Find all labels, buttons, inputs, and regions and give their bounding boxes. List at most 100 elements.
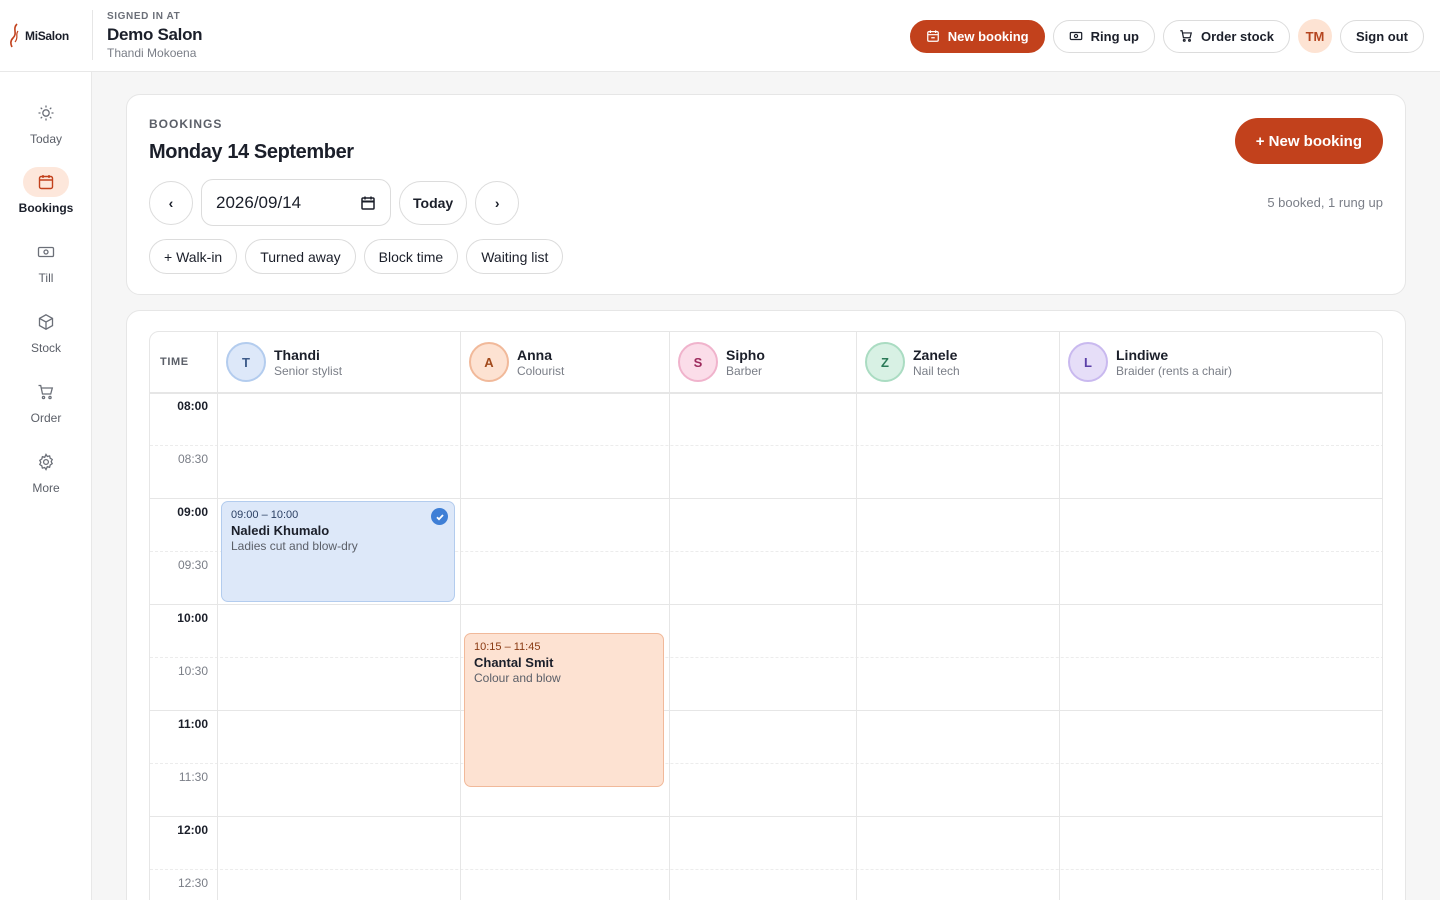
sidebar-item-order[interactable]: Order bbox=[0, 377, 92, 425]
avatar: L bbox=[1068, 342, 1108, 382]
staff-info: Lindiwe Braider (rents a chair) bbox=[1116, 347, 1232, 378]
avatar: A bbox=[469, 342, 509, 382]
booking-summary: 5 booked, 1 rung up bbox=[1267, 195, 1383, 210]
staff-info: Sipho Barber bbox=[726, 347, 765, 378]
half-hour-line bbox=[150, 445, 1382, 446]
user-name: Thandi Mokoena bbox=[107, 46, 197, 60]
half-hour-line bbox=[150, 763, 1382, 764]
cash-icon bbox=[23, 237, 69, 267]
staff-name: Lindiwe bbox=[1116, 346, 1169, 363]
staff-role: Senior stylist bbox=[274, 363, 343, 378]
time-label: 09:00 bbox=[177, 505, 208, 519]
staff-header-zanele: Z Zanele Nail tech bbox=[857, 332, 1059, 393]
sidebar-item-more[interactable]: More bbox=[0, 447, 92, 495]
logo[interactable]: MiSalon bbox=[8, 22, 69, 50]
gear-icon bbox=[23, 447, 69, 477]
waiting-list-button[interactable]: Waiting list bbox=[466, 239, 564, 274]
date-value: 2026/09/14 bbox=[216, 192, 302, 212]
staff-info: Thandi Senior stylist bbox=[274, 347, 342, 378]
calendar-card: TIME T Thandi Senior stylist A Anna Colo… bbox=[126, 310, 1406, 900]
new-booking-label: New booking bbox=[947, 28, 1029, 44]
sidebar-item-bookings[interactable]: Bookings bbox=[0, 167, 92, 215]
staff-role: Colourist bbox=[517, 363, 565, 378]
new-booking-primary-button[interactable]: + New booking bbox=[1234, 118, 1383, 164]
sign-out-button[interactable]: Sign out bbox=[1340, 19, 1424, 53]
booking-time: 09:00 – 10:00 bbox=[231, 509, 299, 521]
hour-line bbox=[150, 604, 1382, 605]
hour-line bbox=[150, 498, 1382, 499]
session-info: SIGNED IN AT Demo Salon Thandi Mokoena bbox=[107, 11, 203, 60]
next-day-button[interactable]: › bbox=[475, 180, 520, 225]
sidebar-item-label: More bbox=[32, 481, 60, 495]
staff-header-sipho: S Sipho Barber bbox=[670, 332, 856, 393]
staff-header-thandi: T Thandi Senior stylist bbox=[218, 332, 460, 393]
sidebar: Today Bookings Till Stock Order More bbox=[0, 72, 92, 900]
quick-actions: + Walk-in Turned away Block time Waiting… bbox=[149, 239, 564, 274]
time-label: 10:30 bbox=[177, 664, 208, 678]
user-avatar[interactable]: TM bbox=[1298, 19, 1332, 53]
time-label: 11:30 bbox=[178, 770, 208, 784]
today-button[interactable]: Today bbox=[399, 180, 468, 225]
time-label: 11:00 bbox=[177, 717, 208, 731]
logo-text: MiSalon bbox=[25, 29, 69, 43]
turned-away-button[interactable]: Turned away bbox=[245, 239, 356, 274]
booking-card[interactable]: 09:00 – 10:00 Naledi Khumalo Ladies cut … bbox=[221, 501, 455, 602]
column-divider bbox=[460, 332, 461, 900]
block-time-button[interactable]: Block time bbox=[363, 239, 459, 274]
date-navigation: ‹ 2026/09/14 Today › bbox=[149, 179, 520, 226]
scissors-logo-icon bbox=[10, 23, 19, 48]
column-divider bbox=[669, 332, 670, 900]
sidebar-item-label: Order bbox=[30, 411, 62, 425]
booking-service: Ladies cut and blow-dry bbox=[231, 539, 358, 553]
column-divider bbox=[1059, 332, 1060, 900]
sidebar-item-label: Stock bbox=[30, 341, 61, 355]
signed-in-label: SIGNED IN AT bbox=[107, 11, 181, 22]
time-label: 08:30 bbox=[177, 452, 208, 466]
calendar-grid: TIME T Thandi Senior stylist A Anna Colo… bbox=[149, 331, 1383, 900]
sidebar-item-label: Bookings bbox=[18, 201, 74, 215]
order-stock-button[interactable]: Order stock bbox=[1163, 19, 1290, 53]
calendar-icon bbox=[23, 167, 69, 197]
cart-icon bbox=[1180, 30, 1193, 42]
staff-name: Thandi bbox=[274, 346, 320, 363]
sidebar-item-stock[interactable]: Stock bbox=[0, 307, 92, 355]
time-label: 12:30 bbox=[177, 876, 208, 890]
sidebar-item-label: Till bbox=[38, 271, 54, 285]
calendar-icon bbox=[926, 30, 939, 42]
time-column-header: TIME bbox=[150, 332, 217, 393]
avatar: Z bbox=[865, 342, 905, 382]
sidebar-item-today[interactable]: Today bbox=[0, 98, 92, 146]
hour-line bbox=[150, 710, 1382, 711]
ring-up-label: Ring up bbox=[1090, 28, 1140, 44]
sun-icon bbox=[23, 98, 69, 128]
sidebar-item-till[interactable]: Till bbox=[0, 237, 92, 285]
booking-card[interactable]: 10:15 – 11:45 Chantal Smit Colour and bl… bbox=[464, 633, 664, 787]
booking-service: Colour and blow bbox=[474, 671, 561, 685]
prev-day-button[interactable]: ‹ bbox=[149, 180, 193, 225]
date-input[interactable]: 2026/09/14 bbox=[201, 179, 391, 226]
staff-role: Braider (rents a chair) bbox=[1116, 363, 1233, 378]
divider bbox=[92, 10, 93, 60]
staff-name: Anna bbox=[517, 346, 552, 363]
staff-role: Nail tech bbox=[913, 363, 960, 378]
calendar-picker-icon[interactable] bbox=[360, 195, 376, 211]
salon-name: Demo Salon bbox=[107, 25, 203, 44]
section-label: BOOKINGS bbox=[149, 117, 223, 131]
time-label: 08:00 bbox=[177, 399, 208, 413]
staff-header-lindiwe: L Lindiwe Braider (rents a chair) bbox=[1060, 332, 1382, 393]
time-label: 12:00 bbox=[177, 823, 208, 837]
half-hour-line bbox=[150, 657, 1382, 658]
ring-up-button[interactable]: Ring up bbox=[1052, 19, 1156, 53]
staff-info: Zanele Nail tech bbox=[913, 347, 960, 378]
new-booking-button[interactable]: New booking bbox=[909, 19, 1045, 53]
cash-icon bbox=[1069, 31, 1082, 41]
top-bar: MiSalon SIGNED IN AT Demo Salon Thandi M… bbox=[0, 0, 1440, 72]
time-label: 09:30 bbox=[177, 558, 208, 572]
column-divider bbox=[217, 332, 218, 900]
hour-line bbox=[150, 816, 1382, 817]
order-stock-label: Order stock bbox=[1201, 28, 1274, 44]
avatar: S bbox=[678, 342, 718, 382]
staff-name: Sipho bbox=[726, 346, 765, 363]
walk-in-button[interactable]: + Walk-in bbox=[149, 239, 238, 274]
staff-role: Barber bbox=[726, 363, 763, 378]
